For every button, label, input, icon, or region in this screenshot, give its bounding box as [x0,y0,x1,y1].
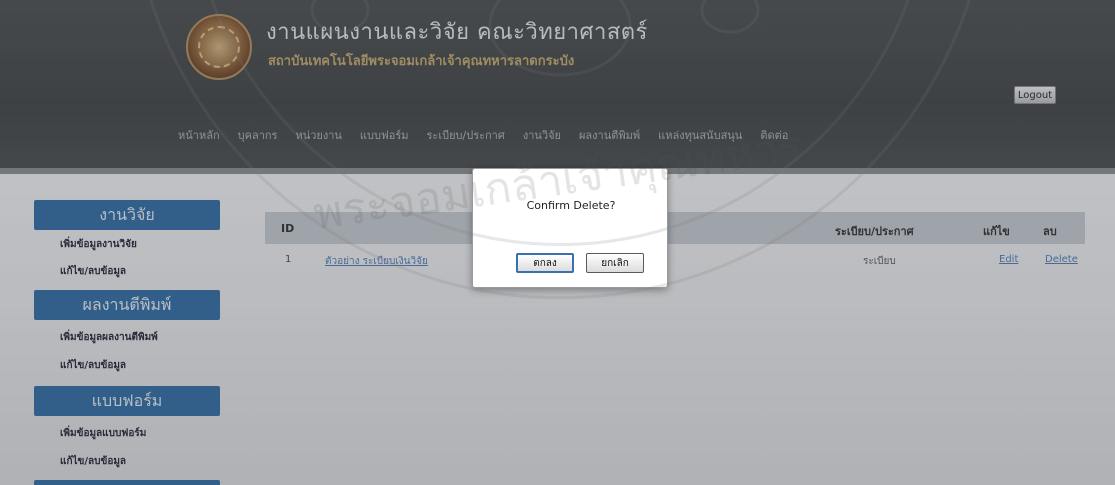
page: งานแผนงานและวิจัย คณะวิทยาศาสตร์ สถาบันเ… [0,0,1115,485]
confirm-delete-dialog: Confirm Delete? ตกลง ยกเลิก [472,168,668,288]
ok-button[interactable]: ตกลง [516,253,574,273]
cancel-button[interactable]: ยกเลิก [586,253,644,273]
dialog-message: Confirm Delete? [526,199,616,212]
